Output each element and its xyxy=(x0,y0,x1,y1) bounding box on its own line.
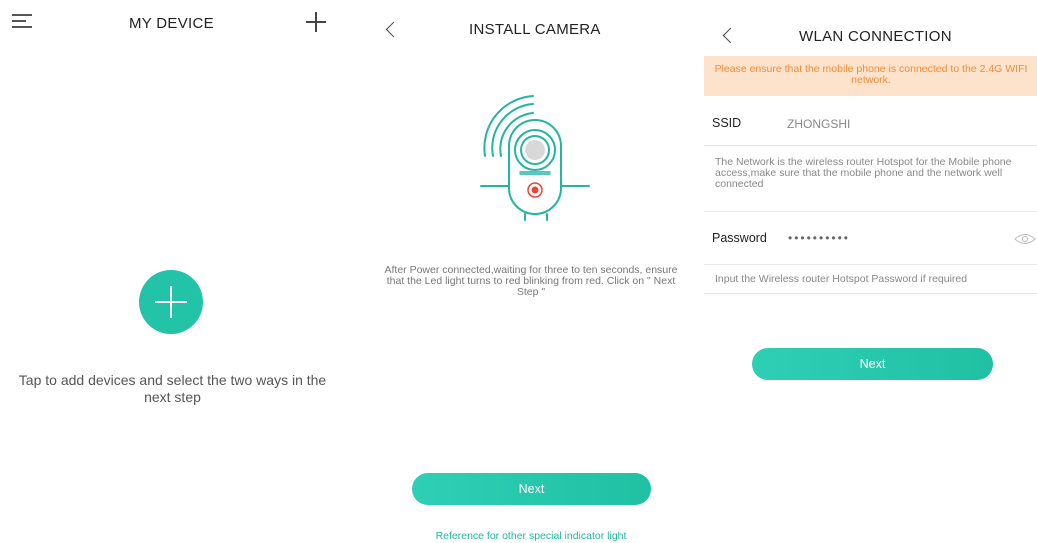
divider xyxy=(704,264,1037,265)
indicator-light-reference-link[interactable]: Reference for other special indicator li… xyxy=(385,530,677,542)
next-button[interactable]: Next xyxy=(412,473,651,505)
ssid-value[interactable]: ZHONGSHI xyxy=(787,117,850,131)
page-title: INSTALL CAMERA xyxy=(469,21,601,38)
back-chevron-icon[interactable] xyxy=(383,20,397,40)
divider xyxy=(704,145,1037,146)
my-device-screen: MY DEVICE Tap to add devices and select … xyxy=(0,0,345,543)
camera-illustration xyxy=(480,95,590,221)
add-device-plus-icon[interactable] xyxy=(306,12,326,32)
add-device-hint: Tap to add devices and select the two wa… xyxy=(18,372,327,405)
back-chevron-icon[interactable] xyxy=(720,26,734,46)
install-instructions: After Power connected,waiting for three … xyxy=(384,264,678,298)
menu-icon[interactable] xyxy=(12,14,32,28)
ssid-note: The Network is the wireless router Hotsp… xyxy=(715,156,1012,190)
password-note: Input the Wireless router Hotspot Passwo… xyxy=(715,273,968,285)
next-button[interactable]: Next xyxy=(752,348,993,380)
wlan-connection-screen: WLAN CONNECTION Please ensure that the m… xyxy=(700,0,1037,543)
page-title: MY DEVICE xyxy=(129,15,214,32)
add-device-button[interactable] xyxy=(139,270,203,334)
password-field[interactable] xyxy=(788,230,988,246)
wifi-warning-banner: Please ensure that the mobile phone is c… xyxy=(704,56,1037,96)
password-label: Password xyxy=(712,231,767,245)
page-title: WLAN CONNECTION xyxy=(799,28,952,45)
ssid-label: SSID xyxy=(712,116,742,130)
divider xyxy=(704,293,1037,294)
eye-icon[interactable] xyxy=(1014,233,1036,245)
divider xyxy=(704,211,1037,212)
install-camera-screen: INSTALL CAMERA After Power connected,wai… xyxy=(345,0,700,543)
